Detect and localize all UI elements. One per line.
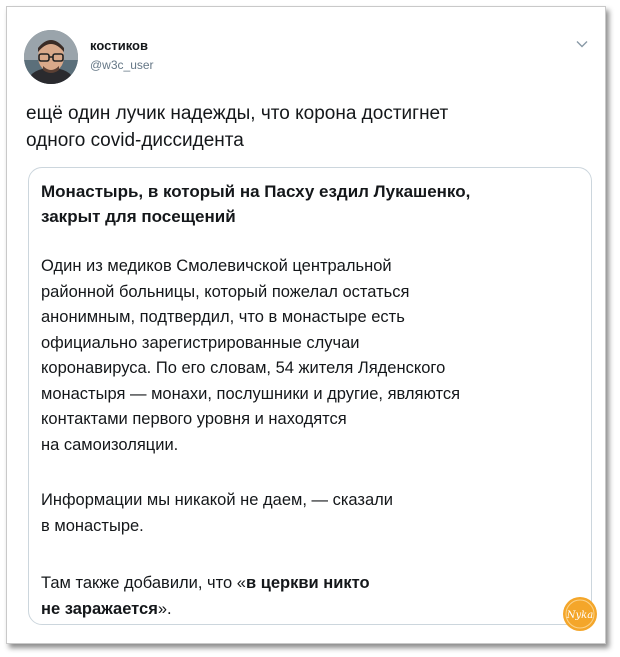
author-name[interactable]: костиков: [90, 38, 148, 53]
paragraph-line: районной больницы, который пожелал остат…: [41, 282, 410, 301]
avatar[interactable]: [24, 30, 78, 84]
quote-prefix: Там также добавили, что «: [41, 574, 246, 592]
card-title-line: Монастырь, в который на Пасху ездил Лука…: [41, 182, 471, 201]
watermark-logo: Nyka: [562, 596, 598, 632]
card-paragraph: Один из медиков Смолевичской центральной…: [41, 254, 581, 458]
paragraph-line: официально зарегистрированные случаи: [41, 333, 360, 352]
paragraph-line: анонимным, подтвердил, что в монастыре е…: [41, 308, 405, 326]
paragraph-line: контактами первого уровня и находятся: [41, 410, 347, 428]
article-card[interactable]: Монастырь, в который на Пасху ездил Лука…: [28, 167, 592, 625]
card-paragraph: Информации мы никакой не даем, — сказали…: [41, 488, 581, 539]
author-handle[interactable]: @w3c_user: [90, 58, 154, 72]
paragraph-line: коронавируса. По его словам, 54 жителя Л…: [41, 359, 446, 377]
tweet-text: ещё один лучик надежды, что корона дости…: [26, 100, 586, 154]
card-title-line: закрыт для посещений: [41, 207, 236, 226]
paragraph-line: монастыря — монахи, послушники и другие,…: [41, 384, 461, 403]
paragraph-line: на самоизоляции.: [41, 435, 179, 454]
paragraph-line: Информации мы никакой не даем, — сказали: [41, 491, 394, 509]
chevron-down-icon[interactable]: [574, 36, 590, 52]
quote-bold: в церкви никто: [245, 574, 370, 592]
quote-suffix: ».: [157, 599, 172, 618]
paragraph-line: не заражается».: [41, 597, 581, 623]
quote-bold: не заражается: [41, 599, 158, 618]
paragraph-line: Один из медиков Смолевичской центральной: [41, 257, 392, 275]
card-title: Монастырь, в который на Пасху ездил Лука…: [41, 179, 561, 229]
tweet-text-line: ещё один лучик надежды, что корона дости…: [26, 103, 449, 124]
card-paragraph: Там также добавили, что «в церкви никто …: [41, 571, 581, 622]
paragraph-line: Там также добавили, что «в церкви никто: [41, 571, 581, 597]
paragraph-line: в монастыре.: [41, 516, 144, 535]
tweet-text-line: одного covid-диссидента: [26, 130, 244, 151]
watermark-text: Nyka: [566, 610, 593, 621]
